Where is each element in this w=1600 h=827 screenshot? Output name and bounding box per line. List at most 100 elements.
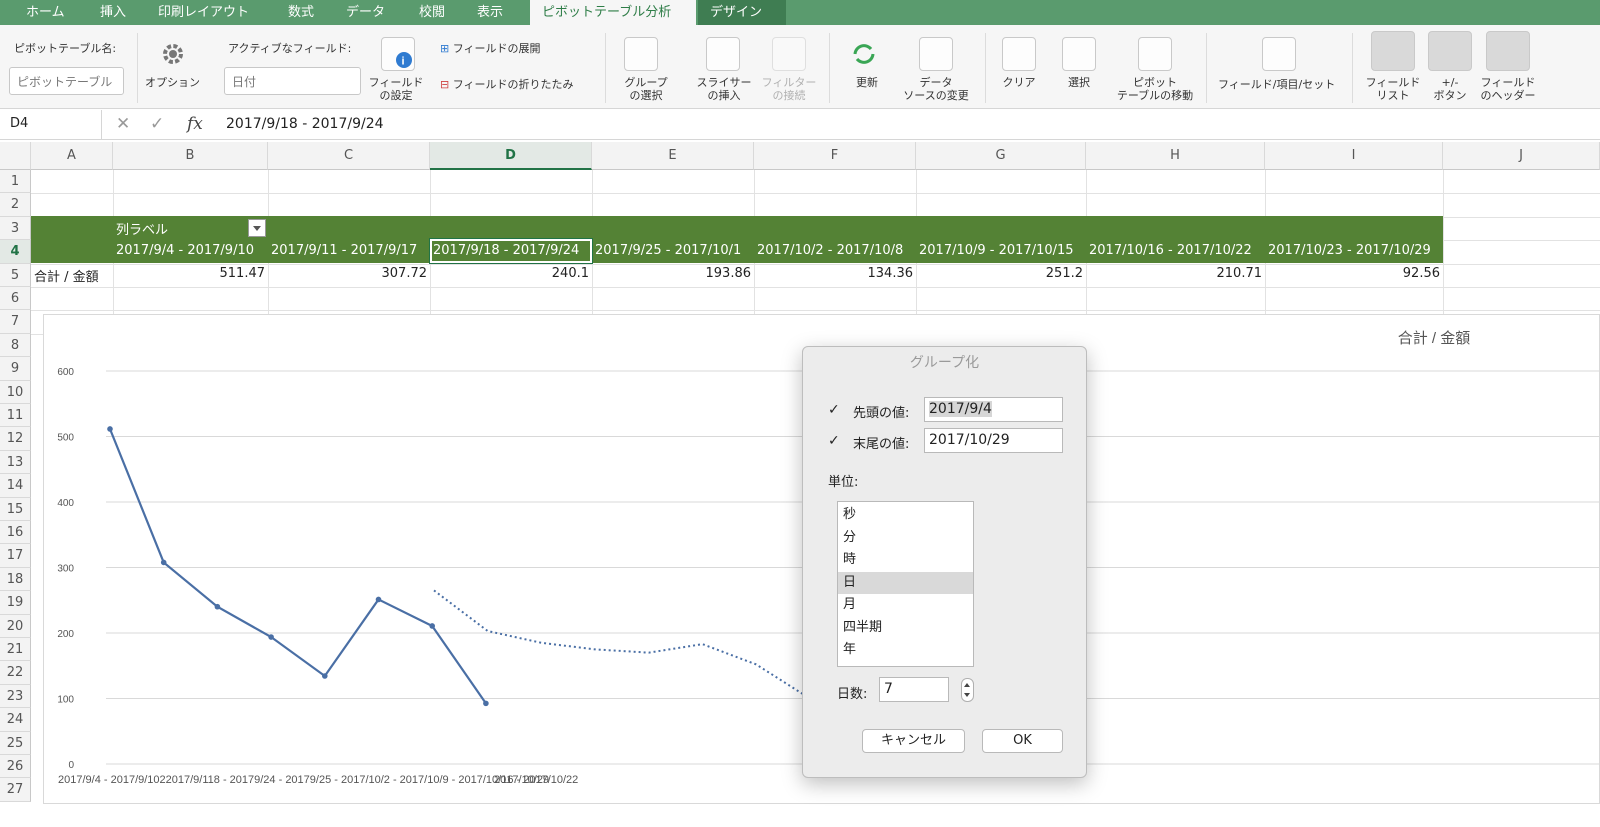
select-cursor-icon[interactable] xyxy=(1062,37,1096,71)
column-header-selected[interactable]: D xyxy=(430,142,592,170)
date-header-cell[interactable]: 2017/10/9 - 2017/10/15 xyxy=(919,243,1084,258)
row-header[interactable]: 19 xyxy=(0,591,31,615)
tab-insert[interactable]: 挿入 xyxy=(88,0,138,25)
column-header[interactable]: C xyxy=(268,142,430,170)
date-header-cell-selected[interactable]: 2017/9/18 - 2017/9/24 xyxy=(433,243,590,258)
slicer-icon[interactable] xyxy=(706,37,740,71)
group-selection-button[interactable]: グループ の選択 xyxy=(601,76,691,102)
date-header-cell[interactable]: 2017/9/4 - 2017/9/10 xyxy=(116,243,266,258)
row-header[interactable]: 1 xyxy=(0,170,31,194)
row-header[interactable]: 20 xyxy=(0,614,31,638)
date-header-cell[interactable]: 2017/9/11 - 2017/9/17 xyxy=(271,243,428,258)
date-header-cell[interactable]: 2017/9/25 - 2017/10/1 xyxy=(595,243,752,258)
field-headers-button[interactable]: フィールド のヘッダー xyxy=(1463,76,1553,102)
row-header[interactable]: 24 xyxy=(0,708,31,732)
collapse-field-button[interactable]: ⊟ フィールドの折りたたみ xyxy=(440,76,574,92)
date-header-cell[interactable]: 2017/10/23 - 2017/10/29 xyxy=(1268,243,1441,258)
row-header[interactable]: 22 xyxy=(0,661,31,685)
plus-minus-icon[interactable] xyxy=(1428,31,1472,71)
unit-listbox[interactable]: 秒 分 時 日 月 四半期 年 xyxy=(837,501,974,667)
row-header[interactable]: 27 xyxy=(0,778,31,802)
unit-option-years[interactable]: 年 xyxy=(838,639,973,662)
select-all-corner[interactable] xyxy=(0,142,31,170)
options-gear-icon[interactable] xyxy=(156,37,190,71)
row-header[interactable]: 6 xyxy=(0,287,31,311)
tab-page-layout[interactable]: 印刷レイアウト xyxy=(146,0,261,25)
expand-field-button[interactable]: ⊞ フィールドの展開 xyxy=(440,40,541,56)
tab-data[interactable]: データ xyxy=(334,0,397,25)
value-cell[interactable]: 240.1 xyxy=(430,266,589,281)
fields-items-sets-icon[interactable] xyxy=(1262,37,1296,71)
start-value-checkbox[interactable]: ✓ xyxy=(828,403,842,417)
tab-review[interactable]: 校閲 xyxy=(407,0,457,25)
value-cell[interactable]: 307.72 xyxy=(268,266,428,281)
end-value-input[interactable]: 2017/10/29 xyxy=(924,428,1063,453)
tab-home[interactable]: ホーム xyxy=(14,0,77,25)
row-header[interactable]: 23 xyxy=(0,684,31,709)
cancel-button[interactable]: キャンセル xyxy=(862,729,965,753)
confirm-formula-icon[interactable]: ✓ xyxy=(150,114,164,134)
row-header[interactable]: 15 xyxy=(0,497,31,521)
end-value-checkbox[interactable]: ✓ xyxy=(828,434,842,448)
column-header[interactable]: F xyxy=(754,142,916,170)
row-header[interactable]: 7 xyxy=(0,310,31,334)
fields-items-sets-button[interactable]: フィールド/項目/セット xyxy=(1218,76,1335,92)
row-header[interactable]: 25 xyxy=(0,731,31,755)
row-header[interactable]: 12 xyxy=(0,427,31,451)
row-header[interactable]: 18 xyxy=(0,567,31,592)
field-headers-icon[interactable] xyxy=(1486,31,1530,71)
ok-button[interactable]: OK xyxy=(982,729,1063,753)
days-input[interactable]: 7 xyxy=(879,677,949,702)
cancel-formula-icon[interactable]: ✕ xyxy=(116,114,130,134)
row-header[interactable]: 11 xyxy=(0,404,31,428)
tab-design[interactable]: デザイン xyxy=(698,0,786,25)
value-cell[interactable]: 210.71 xyxy=(1086,266,1263,281)
field-settings-icon[interactable]: i xyxy=(381,37,415,71)
row-header[interactable]: 26 xyxy=(0,755,31,779)
unit-option-seconds[interactable]: 秒 xyxy=(838,504,973,527)
row-header[interactable]: 17 xyxy=(0,544,31,568)
column-header[interactable]: G xyxy=(916,142,1086,170)
value-cell[interactable]: 251.2 xyxy=(916,266,1083,281)
row-header[interactable]: 8 xyxy=(0,333,31,358)
row-header[interactable]: 5 xyxy=(0,263,31,287)
row-header[interactable]: 14 xyxy=(0,474,31,498)
row-label-cell[interactable]: 合計 / 金額 xyxy=(34,266,99,285)
tab-view[interactable]: 表示 xyxy=(465,0,515,25)
tab-pivot-analyze[interactable]: ピボットテーブル分析 xyxy=(530,0,696,25)
change-source-icon[interactable] xyxy=(919,37,953,71)
unit-option-quarters[interactable]: 四半期 xyxy=(838,617,973,640)
move-pivot-button[interactable]: ピボット テーブルの移動 xyxy=(1110,76,1200,102)
change-source-button[interactable]: データ ソースの変更 xyxy=(891,76,981,102)
clear-eraser-icon[interactable] xyxy=(1002,37,1036,71)
row-header[interactable]: 3 xyxy=(0,216,31,241)
column-header[interactable]: B xyxy=(113,142,268,170)
tab-formulas[interactable]: 数式 xyxy=(276,0,326,25)
active-field-input[interactable]: 日付 xyxy=(224,67,361,95)
formula-input[interactable]: 2017/9/18 - 2017/9/24 xyxy=(226,116,384,132)
date-header-cell[interactable]: 2017/10/2 - 2017/10/8 xyxy=(757,243,914,258)
row-header[interactable]: 21 xyxy=(0,638,31,662)
fx-icon[interactable]: fx xyxy=(187,114,203,134)
column-header[interactable]: J xyxy=(1443,142,1600,170)
column-header[interactable]: H xyxy=(1086,142,1265,170)
row-header[interactable]: 4 xyxy=(0,240,31,264)
value-cell[interactable]: 511.47 xyxy=(113,266,266,281)
value-cell[interactable]: 92.56 xyxy=(1265,266,1440,281)
column-label-filter-dropdown[interactable] xyxy=(248,219,266,237)
field-list-icon[interactable] xyxy=(1371,31,1415,71)
group-selection-icon[interactable] xyxy=(624,37,658,71)
row-header[interactable]: 9 xyxy=(0,357,31,381)
value-cell[interactable]: 193.86 xyxy=(592,266,752,281)
start-value-input[interactable]: 2017/9/4 xyxy=(924,397,1063,422)
row-header[interactable]: 13 xyxy=(0,450,31,475)
row-header[interactable]: 2 xyxy=(0,193,31,217)
value-cell[interactable]: 134.36 xyxy=(754,266,914,281)
field-settings-button[interactable]: フィールド の設定 xyxy=(351,76,441,102)
days-stepper[interactable] xyxy=(961,678,974,702)
unit-option-months[interactable]: 月 xyxy=(838,594,973,617)
column-header[interactable]: E xyxy=(592,142,754,170)
column-header[interactable]: A xyxy=(31,142,113,170)
date-header-cell[interactable]: 2017/10/16 - 2017/10/22 xyxy=(1089,243,1263,258)
unit-option-minutes[interactable]: 分 xyxy=(838,527,973,550)
